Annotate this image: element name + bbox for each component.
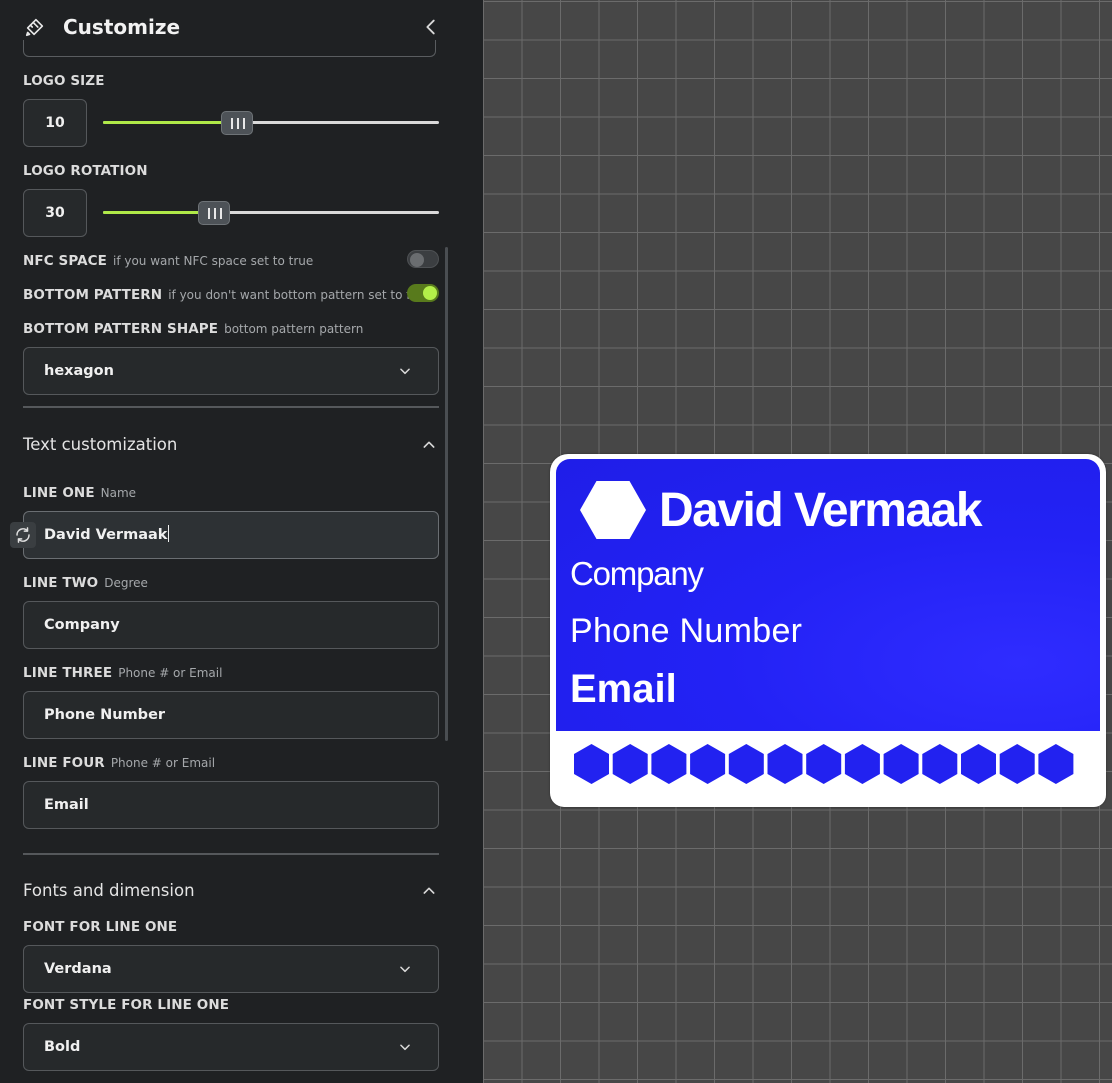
chevron-up-icon[interactable] — [421, 437, 437, 453]
logo-size-input[interactable]: 10 — [23, 99, 87, 147]
panel-scrollbar[interactable] — [445, 247, 448, 741]
line-two-label: LINE TWO Degree — [23, 575, 148, 591]
hexagon-logo-icon — [580, 481, 646, 539]
font-style-line-one-value: Bold — [44, 1039, 81, 1055]
bottom-pattern-shape-select[interactable]: hexagon — [23, 347, 439, 395]
line-three-label-text: LINE THREE — [23, 665, 113, 681]
preview-canvas[interactable]: David Vermaak Company Phone Number Email — [483, 0, 1112, 1083]
nfc-space-label: NFC SPACE if you want NFC space set to tr… — [23, 253, 313, 269]
card-line-four: Email — [570, 667, 677, 711]
font-line-one-label: FONT FOR LINE ONE — [23, 919, 178, 935]
line-three-hint: Phone # or Email — [118, 666, 223, 680]
ruler-pencil-icon — [25, 18, 44, 37]
font-style-line-one-label: FONT STYLE FOR LINE ONE — [23, 997, 230, 1013]
customize-panel: Customize LOGO SIZE 10 LOGO ROTATION 30 … — [0, 0, 483, 1083]
reset-line-one-button[interactable] — [10, 522, 36, 548]
text-customization-title: Text customization — [23, 435, 178, 454]
logo-size-slider[interactable] — [103, 111, 439, 135]
card-line-three: Phone Number — [570, 612, 803, 650]
business-card-preview[interactable]: David Vermaak Company Phone Number Email — [550, 454, 1106, 807]
card-line-one: David Vermaak — [659, 484, 983, 537]
bottom-hexagon-pattern — [574, 744, 1074, 784]
line-two-input[interactable]: Company — [23, 601, 439, 649]
nfc-space-label-text: NFC SPACE — [23, 253, 107, 269]
line-one-input[interactable]: David Vermaak — [23, 511, 439, 559]
line-two-label-text: LINE TWO — [23, 575, 99, 591]
chevron-down-icon — [400, 368, 410, 375]
section-divider — [23, 853, 439, 855]
line-three-label: LINE THREE Phone # or Email — [23, 665, 222, 681]
pattern-hexagon — [883, 744, 919, 784]
scrolled-field-edge — [23, 40, 436, 57]
bottom-pattern-label-text: BOTTOM PATTERN — [23, 287, 163, 303]
pattern-hexagon — [767, 744, 803, 784]
line-one-label-text: LINE ONE — [23, 485, 95, 501]
pattern-hexagon — [922, 744, 958, 784]
slider-thumb[interactable] — [221, 111, 253, 135]
logo-size-label: LOGO SIZE — [23, 73, 105, 89]
font-style-line-one-select[interactable]: Bold — [23, 1023, 439, 1071]
line-one-value: David Vermaak — [44, 527, 168, 543]
panel-title: Customize — [63, 15, 181, 39]
pattern-hexagon — [961, 744, 996, 784]
toggle-knob — [423, 286, 437, 300]
bottom-pattern-shape-label-text: BOTTOM PATTERN SHAPE — [23, 321, 219, 337]
slider-thumb[interactable] — [198, 201, 230, 225]
refresh-icon — [16, 527, 30, 543]
line-one-label: LINE ONE Name — [23, 485, 136, 501]
line-four-input[interactable]: Email — [23, 781, 439, 829]
font-line-one-value: Verdana — [44, 961, 112, 977]
card-face: David Vermaak Company Phone Number Email — [556, 459, 1100, 731]
bottom-pattern-hint: if you don't want bottom pattern set to … — [168, 288, 435, 302]
pattern-hexagon — [999, 744, 1035, 784]
toggle-knob — [410, 253, 424, 267]
line-four-label-text: LINE FOUR — [23, 755, 105, 771]
pattern-hexagon — [651, 744, 687, 784]
bottom-pattern-shape-label: BOTTOM PATTERN SHAPE bottom pattern patte… — [23, 321, 363, 337]
nfc-space-toggle[interactable] — [407, 250, 439, 268]
pattern-hexagon — [612, 744, 648, 784]
slider-fill — [103, 121, 237, 124]
bottom-pattern-label: BOTTOM PATTERN if you don't want bottom p… — [23, 287, 435, 303]
pattern-hexagon — [1038, 744, 1074, 784]
pattern-hexagon — [574, 744, 609, 784]
pattern-hexagon — [690, 744, 726, 784]
chevron-down-icon — [400, 1044, 410, 1051]
text-caret — [168, 525, 170, 542]
line-three-input[interactable]: Phone Number — [23, 691, 439, 739]
chevron-down-icon — [400, 966, 410, 973]
line-four-hint: Phone # or Email — [110, 756, 216, 770]
chevron-left-icon[interactable] — [420, 16, 442, 38]
line-one-hint: Name — [100, 486, 137, 500]
nfc-space-hint: if you want NFC space set to true — [112, 254, 314, 268]
bottom-pattern-shape-hint: bottom pattern pattern — [224, 322, 364, 336]
pattern-hexagon — [728, 744, 764, 784]
logo-rotation-input[interactable]: 30 — [23, 189, 87, 237]
chevron-up-icon[interactable] — [421, 883, 437, 899]
pattern-hexagon — [806, 744, 842, 784]
logo-rotation-slider[interactable] — [103, 201, 439, 225]
font-line-one-select[interactable]: Verdana — [23, 945, 439, 993]
fonts-dimension-title: Fonts and dimension — [23, 881, 195, 900]
logo-rotation-label: LOGO ROTATION — [23, 163, 148, 179]
section-divider — [23, 406, 439, 408]
line-two-hint: Degree — [104, 576, 148, 590]
line-four-label: LINE FOUR Phone # or Email — [23, 755, 215, 771]
bottom-pattern-toggle[interactable] — [407, 284, 439, 302]
pattern-hexagon — [844, 744, 880, 784]
bottom-pattern-shape-value: hexagon — [44, 363, 114, 379]
card-line-two: Company — [570, 555, 704, 592]
panel-header: Customize — [0, 0, 483, 57]
